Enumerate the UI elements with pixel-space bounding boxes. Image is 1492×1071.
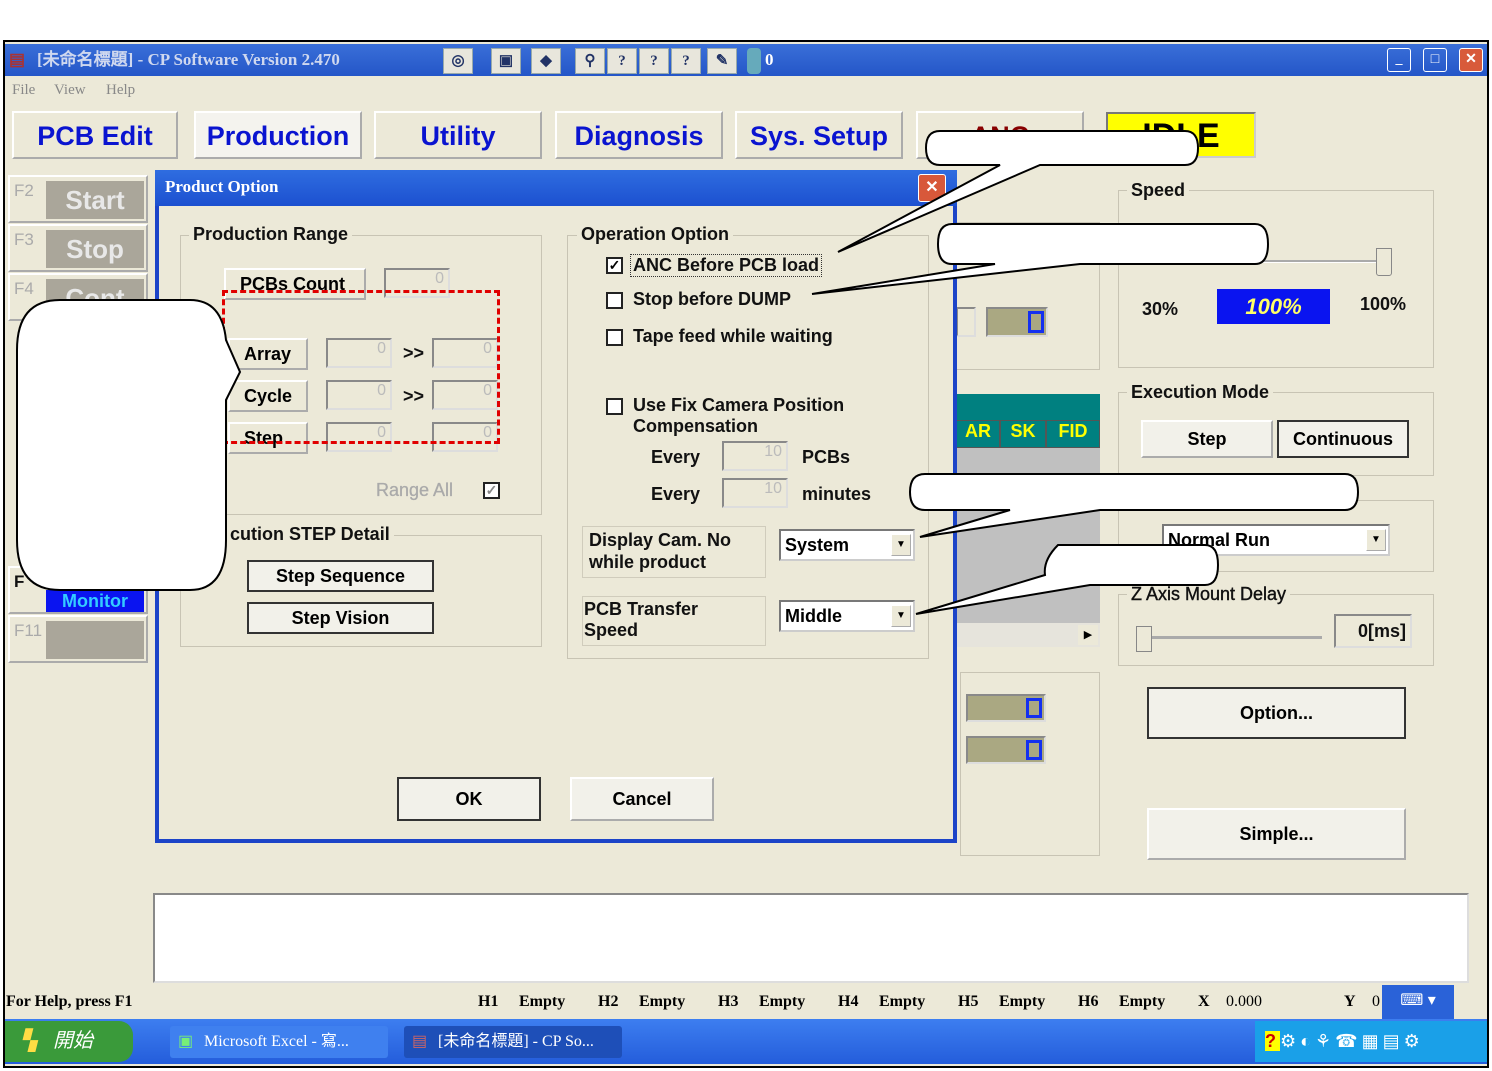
head-2-label: H2 [598,993,619,1010]
taskbar-item-label: [未命名標題] - CP So... [438,1033,594,1050]
head-4-status: Empty [879,993,926,1010]
app-icon: ▤ [412,1033,428,1050]
annotation-callouts [16,130,1360,615]
x-label: X [1198,993,1210,1010]
callout-transfer-speed [915,544,1220,615]
taskbar-item-cp-software[interactable]: ▤ [未命名標題] - CP So... [404,1026,622,1058]
x-value: 0.000 [1226,993,1262,1010]
callout-range [16,299,242,591]
help-status: For Help, press F1 [6,993,133,1010]
windows-logo-icon: ▚ [21,1030,37,1052]
head-3-label: H3 [718,993,739,1010]
head-1-status: Empty [519,993,566,1010]
callout-display-cam [908,473,1360,538]
head-3-status: Empty [759,993,806,1010]
y-label: Y [1344,993,1356,1010]
help-tray-icon[interactable]: ? [1265,1031,1280,1051]
taskbar-item-excel[interactable]: ▣ Microsoft Excel - 寫... [170,1026,388,1058]
language-bar-keyboard-icon[interactable]: ⌨ ▾ [1382,985,1454,1019]
taskbar-item-label: Microsoft Excel - 寫... [204,1033,349,1050]
head-5-label: H5 [958,993,979,1010]
head-1-label: H1 [478,993,499,1010]
system-tray[interactable]: ?⚙◐⚘☎▦▤⚙ [1255,1021,1487,1062]
head-6-label: H6 [1078,993,1099,1010]
head-4-label: H4 [838,993,859,1010]
excel-icon: ▣ [178,1033,194,1050]
start-label: 開始 [53,1030,93,1052]
head-2-status: Empty [639,993,686,1010]
head-5-status: Empty [999,993,1046,1010]
start-button[interactable]: ▚ 開始 [5,1021,133,1062]
y-value: 0 [1372,993,1380,1010]
head-6-status: Empty [1119,993,1166,1010]
